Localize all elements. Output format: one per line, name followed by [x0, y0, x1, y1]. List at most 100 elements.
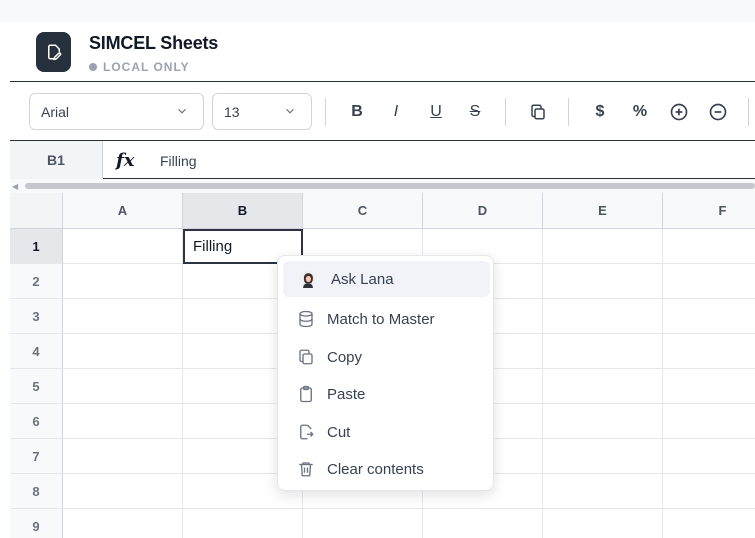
- cell-e8[interactable]: [543, 474, 663, 509]
- font-size-select[interactable]: 13: [212, 93, 312, 130]
- horizontal-scrollbar[interactable]: ◀: [10, 179, 755, 193]
- toolbar-divider: [568, 98, 569, 126]
- cell-e6[interactable]: [543, 404, 663, 439]
- row-header-4[interactable]: 4: [10, 334, 63, 369]
- sync-status-label: LOCAL ONLY: [103, 60, 190, 74]
- cell-a1[interactable]: [63, 229, 183, 264]
- row-header-1[interactable]: 1: [10, 229, 63, 264]
- percent-format-button[interactable]: %: [627, 99, 653, 125]
- column-header-a[interactable]: A: [63, 193, 183, 229]
- cell-e7[interactable]: [543, 439, 663, 474]
- row-header-9[interactable]: 9: [10, 509, 63, 538]
- formatting-toolbar: Arial 13 B I U S $ %: [10, 83, 755, 141]
- cell-f2[interactable]: [663, 264, 755, 299]
- column-header-b[interactable]: B: [183, 193, 303, 229]
- cell-e4[interactable]: [543, 334, 663, 369]
- copy-icon: [295, 346, 317, 368]
- cell-a2[interactable]: [63, 264, 183, 299]
- formula-input[interactable]: Filling: [160, 153, 197, 169]
- cell-reference[interactable]: B1: [10, 141, 103, 179]
- cell-e5[interactable]: [543, 369, 663, 404]
- cell-f8[interactable]: [663, 474, 755, 509]
- column-header-d[interactable]: D: [423, 193, 543, 229]
- cell-e1[interactable]: [543, 229, 663, 264]
- row-header-3[interactable]: 3: [10, 299, 63, 334]
- cell-a5[interactable]: [63, 369, 183, 404]
- clipboard-icon: [295, 383, 317, 405]
- bold-button[interactable]: B: [344, 99, 370, 125]
- row-header-5[interactable]: 5: [10, 369, 63, 404]
- cell-e3[interactable]: [543, 299, 663, 334]
- menu-item-ask-lana[interactable]: Ask Lana: [283, 261, 490, 297]
- menu-item-paste[interactable]: Paste: [283, 376, 490, 412]
- menu-item-label: Paste: [327, 385, 366, 403]
- menu-item-clear-contents[interactable]: Clear contents: [283, 451, 490, 487]
- italic-button[interactable]: I: [383, 99, 409, 125]
- cell-f4[interactable]: [663, 334, 755, 369]
- column-header-c[interactable]: C: [303, 193, 423, 229]
- cut-icon: [295, 421, 317, 443]
- context-menu: Ask Lana Match to Master Copy Paste Cut Clear…: [277, 255, 494, 491]
- sync-status: LOCAL ONLY: [89, 60, 190, 74]
- scroll-left-icon[interactable]: ◀: [12, 182, 18, 191]
- menu-item-label: Copy: [327, 348, 363, 366]
- cell-d9[interactable]: [423, 509, 543, 538]
- menu-item-label: Clear contents: [327, 460, 424, 478]
- menu-item-cut[interactable]: Cut: [283, 414, 490, 450]
- strikethrough-button[interactable]: S: [462, 99, 488, 125]
- database-icon: [295, 308, 317, 330]
- status-dot-icon: [89, 63, 97, 71]
- menu-item-match-to-master[interactable]: Match to Master: [283, 301, 490, 337]
- toolbar-divider: [505, 98, 506, 126]
- row-header-2[interactable]: 2: [10, 264, 63, 299]
- cell-e9[interactable]: [543, 509, 663, 538]
- menu-item-label: Match to Master: [327, 310, 435, 328]
- row-header-7[interactable]: 7: [10, 439, 63, 474]
- cell-a7[interactable]: [63, 439, 183, 474]
- column-header-f[interactable]: F: [663, 193, 755, 229]
- avatar-icon: [297, 268, 319, 290]
- app-logo-icon: [36, 32, 71, 72]
- underline-button[interactable]: U: [423, 99, 449, 125]
- function-icon: fx: [116, 150, 135, 171]
- copy-format-button[interactable]: [525, 99, 551, 125]
- cell-c9[interactable]: [303, 509, 423, 538]
- toolbar-divider: [748, 98, 749, 126]
- select-all-corner[interactable]: [10, 193, 63, 229]
- window-top-strip: [0, 0, 755, 22]
- cell-a6[interactable]: [63, 404, 183, 439]
- cell-f7[interactable]: [663, 439, 755, 474]
- cell-f6[interactable]: [663, 404, 755, 439]
- menu-item-copy[interactable]: Copy: [283, 339, 490, 375]
- row-header-6[interactable]: 6: [10, 404, 63, 439]
- cell-a8[interactable]: [63, 474, 183, 509]
- app-header: SIMCEL Sheets LOCAL ONLY: [10, 22, 755, 82]
- copy-icon: [531, 104, 545, 120]
- increase-decimal-button[interactable]: [666, 99, 692, 125]
- toolbar-divider: [325, 98, 326, 126]
- cell-f1[interactable]: [663, 229, 755, 264]
- font-size-value: 13: [224, 103, 240, 120]
- cell-e2[interactable]: [543, 264, 663, 299]
- row-header-8[interactable]: 8: [10, 474, 63, 509]
- menu-item-label: Ask Lana: [331, 270, 394, 288]
- font-family-value: Arial: [41, 103, 70, 120]
- currency-format-button[interactable]: $: [587, 99, 613, 125]
- cell-a4[interactable]: [63, 334, 183, 369]
- cell-a3[interactable]: [63, 299, 183, 334]
- menu-item-label: Cut: [327, 423, 351, 441]
- scrollbar-thumb[interactable]: [25, 183, 755, 189]
- cell-b9[interactable]: [183, 509, 303, 538]
- cell-f5[interactable]: [663, 369, 755, 404]
- minus-circle-icon: [709, 103, 727, 121]
- column-header-e[interactable]: E: [543, 193, 663, 229]
- cell-f9[interactable]: [663, 509, 755, 538]
- cell-f3[interactable]: [663, 299, 755, 334]
- decrease-decimal-button[interactable]: [705, 99, 731, 125]
- formula-bar: B1 fx Filling: [10, 141, 755, 179]
- app-title: SIMCEL Sheets: [89, 33, 219, 53]
- cell-a9[interactable]: [63, 509, 183, 538]
- font-family-select[interactable]: Arial: [29, 93, 204, 130]
- chevron-down-icon: [286, 108, 294, 114]
- plus-circle-icon: [670, 103, 688, 121]
